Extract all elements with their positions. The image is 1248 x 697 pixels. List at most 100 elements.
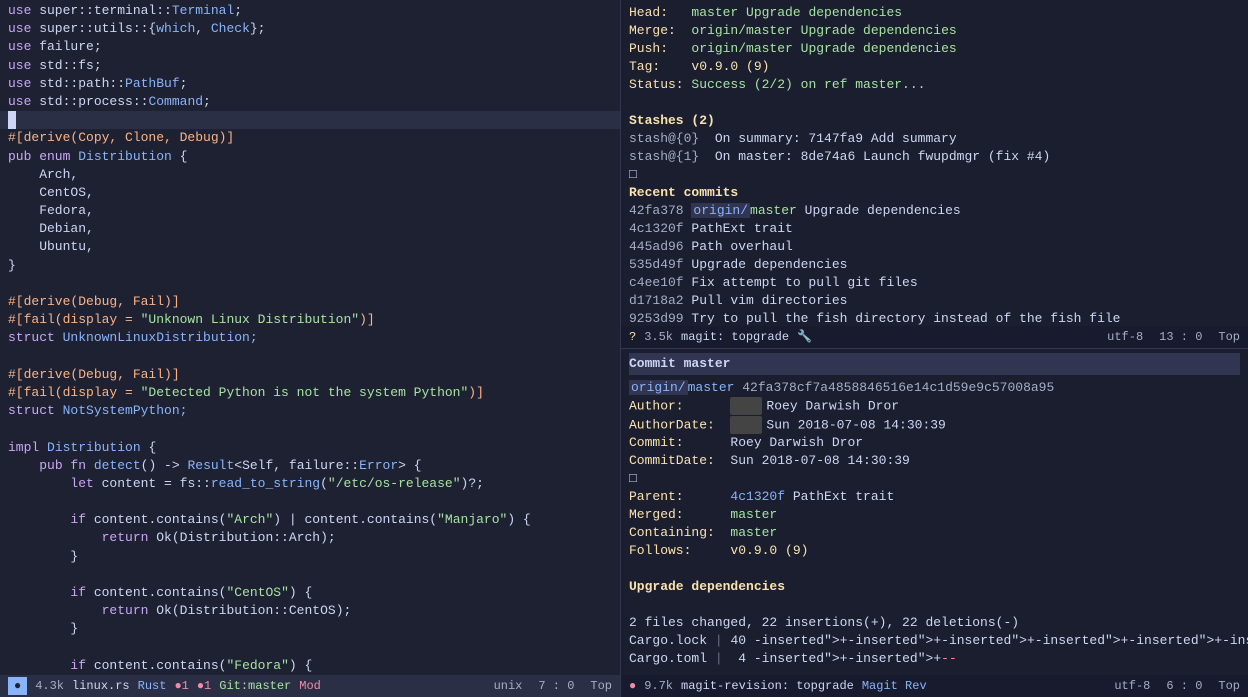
magit-line: □ — [629, 166, 1240, 184]
code-line — [0, 566, 620, 584]
magit-line: Head: master Upgrade dependencies — [629, 4, 1240, 22]
code-line: struct UnknownLinuxDistribution; — [0, 329, 620, 347]
code-line: use std::path::PathBuf; — [0, 75, 620, 93]
code-line — [0, 420, 620, 438]
revision-buffer-name: magit-revision: topgrade — [681, 678, 854, 695]
top-label-right-bottom: Top — [1218, 678, 1240, 695]
code-line — [0, 111, 620, 129]
magit-line: Status: Success (2/2) on ref master... — [629, 76, 1240, 94]
magit-line: c4ee10f Fix attempt to pull git files — [629, 274, 1240, 292]
magit-line — [629, 560, 1240, 578]
code-area[interactable]: use super::terminal::Terminal;use super:… — [0, 0, 620, 675]
code-line: Fedora, — [0, 202, 620, 220]
magit-line: Cargo.lock | 40 -inserted">+-inserted">+… — [629, 632, 1240, 650]
magit-line: Commit: Roey Darwish Dror — [629, 434, 1240, 452]
magit-line: Merged: master — [629, 506, 1240, 524]
magit-line: Tag: v0.9.0 (9) — [629, 58, 1240, 76]
code-line: #[derive(Debug, Fail)] — [0, 366, 620, 384]
magit-line: stash@{1} On master: 8de74a6 Launch fwup… — [629, 148, 1240, 166]
code-line: if content.contains("CentOS") { — [0, 584, 620, 602]
language-label: Rust — [138, 678, 167, 695]
magit-line: stash@{0} On summary: 7147fa9 Add summar… — [629, 130, 1240, 148]
left-pane: use super::terminal::Terminal;use super:… — [0, 0, 620, 697]
magit-line: CommitDate: Sun 2018-07-08 14:30:39 — [629, 452, 1240, 470]
code-line: #[fail(display = "Unknown Linux Distribu… — [0, 311, 620, 329]
right-bottom-status-bar: ● 9.7k magit-revision: topgrade Magit Re… — [621, 675, 1248, 697]
magit-line: Stashes (2) — [629, 112, 1240, 130]
magit-line — [629, 596, 1240, 614]
magit-commit-pane[interactable]: Commit masterorigin/master 42fa378cf7a48… — [621, 348, 1248, 675]
code-line: use std::fs; — [0, 57, 620, 75]
magit-line: 42fa378 origin/master Upgrade dependenci… — [629, 202, 1240, 220]
code-line: pub enum Distribution { — [0, 148, 620, 166]
code-line — [0, 275, 620, 293]
code-line: Ubuntu, — [0, 238, 620, 256]
magit-line: 2 files changed, 22 insertions(+), 22 de… — [629, 614, 1240, 632]
dot-indicator-2: ●1 — [197, 678, 211, 695]
magit-line: Recent commits — [629, 184, 1240, 202]
code-line: Arch, — [0, 166, 620, 184]
magit-line: Follows: v0.9.0 (9) — [629, 542, 1240, 560]
top-label-left: Top — [590, 678, 612, 695]
magit-line: origin/master 42fa378cf7a4858846516e14c1… — [629, 379, 1240, 397]
right-pane: Head: master Upgrade dependenciesMerge: … — [620, 0, 1248, 697]
code-line: use super::terminal::Terminal; — [0, 2, 620, 20]
magit-line: 445ad96 Path overhaul — [629, 238, 1240, 256]
magit-line: AuthorDate: Sun 2018-07-08 14:30:39 — [629, 416, 1240, 434]
mode-indicator: ● — [8, 677, 27, 696]
code-line: } — [0, 620, 620, 638]
right-top-status-bar: ? 3.5k magit: topgrade 🔧 utf-8 13 : 0 To… — [621, 326, 1248, 348]
code-line — [0, 639, 620, 657]
magit-icon: 🔧 — [797, 329, 812, 346]
top-label-right-top: Top — [1218, 329, 1240, 346]
code-line — [0, 348, 620, 366]
code-line: CentOS, — [0, 184, 620, 202]
magit-line: Author: Roey Darwish Dror — [629, 397, 1240, 415]
code-line: pub fn detect() -> Result<Self, failure:… — [0, 457, 620, 475]
code-line: } — [0, 548, 620, 566]
magit-line: Merge: origin/master Upgrade dependencie… — [629, 22, 1240, 40]
code-line: #[fail(display = "Detected Python is not… — [0, 384, 620, 402]
magit-line: Parent: 4c1320f PathExt trait — [629, 488, 1240, 506]
code-line: if content.contains("Fedora") { — [0, 657, 620, 675]
magit-line: Cargo.toml | 4 -inserted">+-inserted">+-… — [629, 650, 1240, 668]
mod-status: Mod — [299, 678, 321, 695]
code-line: } — [0, 257, 620, 275]
encoding-left: unix — [494, 678, 523, 695]
magit-line: 4c1320f PathExt trait — [629, 220, 1240, 238]
dot-indicator-1: ●1 — [174, 678, 188, 695]
git-status: Git:master — [219, 678, 291, 695]
magit-line: □ — [629, 470, 1240, 488]
code-line: struct NotSystemPython; — [0, 402, 620, 420]
question-icon: ? — [629, 329, 636, 346]
magit-line: 535d49f Upgrade dependencies — [629, 256, 1240, 274]
code-line — [0, 493, 620, 511]
code-line: #[derive(Copy, Clone, Debug)] — [0, 129, 620, 147]
code-line: if content.contains("Arch") | content.co… — [0, 511, 620, 529]
left-status-bar: ● 4.3k linux.rs Rust ●1 ●1 Git:master Mo… — [0, 675, 620, 697]
magit-line: 9253d99 Try to pull the fish directory i… — [629, 310, 1240, 326]
code-line: #[derive(Debug, Fail)] — [0, 293, 620, 311]
magit-line: Push: origin/master Upgrade dependencies — [629, 40, 1240, 58]
code-line: return Ok(Distribution::Arch); — [0, 529, 620, 547]
magit-line: Upgrade dependencies — [629, 578, 1240, 596]
line-col-left: 7 : 0 — [538, 678, 574, 695]
code-line: use std::process::Command; — [0, 93, 620, 111]
code-line: use failure; — [0, 38, 620, 56]
encoding-right-top: utf-8 — [1107, 329, 1143, 346]
magit-size: 3.5k — [644, 329, 673, 346]
magit-line — [629, 94, 1240, 112]
magit-line: Containing: master — [629, 524, 1240, 542]
code-line: impl Distribution { — [0, 439, 620, 457]
line-col-right-bottom: 6 : 0 — [1166, 678, 1202, 695]
code-line: use super::utils::{which, Check}; — [0, 20, 620, 38]
bottom-indicator: ● — [629, 678, 636, 695]
code-line: return Ok(Distribution::CentOS); — [0, 602, 620, 620]
code-line: let content = fs::read_to_string("/etc/o… — [0, 475, 620, 493]
main-area: use super::terminal::Terminal;use super:… — [0, 0, 1248, 697]
revision-mode: Magit Rev — [862, 678, 927, 695]
filename: linux.rs — [72, 678, 130, 695]
code-line: Debian, — [0, 220, 620, 238]
magit-status-pane[interactable]: Head: master Upgrade dependenciesMerge: … — [621, 0, 1248, 326]
file-size: 4.3k — [35, 678, 64, 695]
